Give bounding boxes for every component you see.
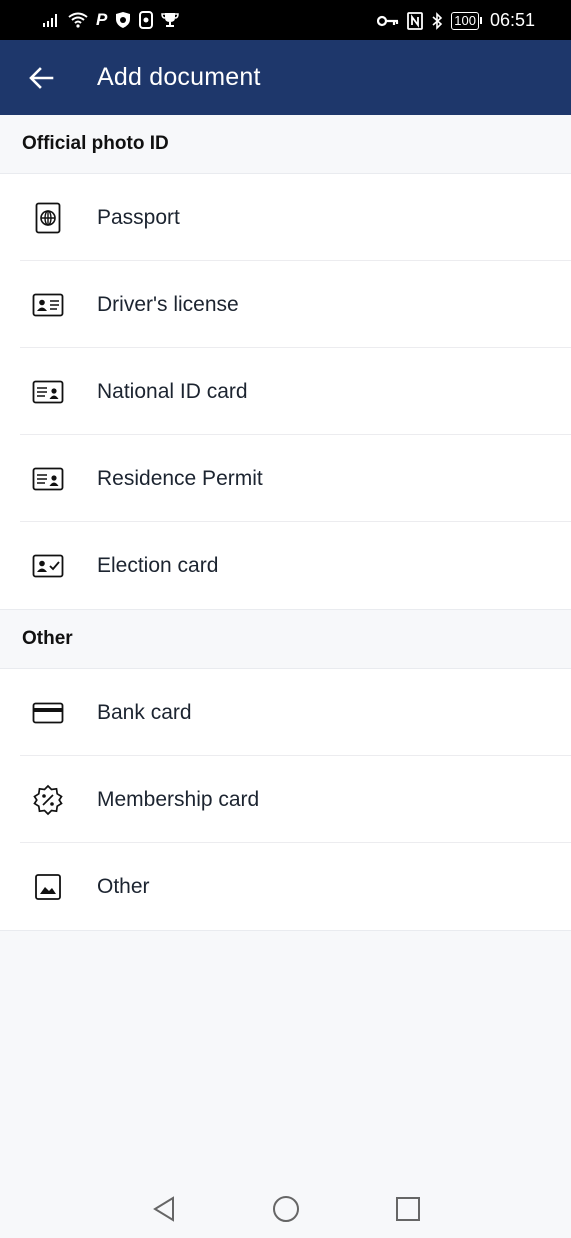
status-time: 06:51 <box>489 10 535 30</box>
parking-icon: P <box>96 10 108 29</box>
signal-icon <box>43 14 57 27</box>
list-item-label: Election card <box>97 553 219 577</box>
list-item-passport[interactable]: Passport <box>0 174 571 261</box>
list-item-drivers-license[interactable]: Driver's license <box>0 261 571 348</box>
bluetooth-icon <box>432 11 443 30</box>
battery-level: 100 <box>451 11 479 30</box>
list-item-label: Other <box>97 874 150 898</box>
back-button[interactable] <box>21 58 61 98</box>
nav-back-button[interactable] <box>144 1189 184 1229</box>
list-item-other[interactable]: Other <box>0 843 571 930</box>
list-item-label: Passport <box>97 205 180 229</box>
list-item-label: Bank card <box>97 700 192 724</box>
membership-badge-icon <box>30 782 66 818</box>
app-bar: Add document <box>0 40 571 115</box>
list-item-election-card[interactable]: Election card <box>0 522 571 609</box>
trophy-icon <box>161 13 180 27</box>
status-bar: P 100 06:51 <box>0 0 571 40</box>
bank-card-icon <box>30 695 66 731</box>
shield-icon <box>116 12 131 28</box>
key-icon <box>377 15 399 26</box>
status-icons-left: P <box>42 10 180 30</box>
document-type-list: Official photo ID Passport Driver's lice… <box>0 115 571 931</box>
section-header-official-photo-id: Official photo ID <box>0 115 571 174</box>
status-icons-right: 100 06:51 <box>377 10 535 31</box>
arrow-left-icon <box>29 66 54 89</box>
list-item-label: Membership card <box>97 787 260 811</box>
home-circle-icon <box>272 1196 299 1222</box>
list-item-label: Driver's license <box>97 292 239 316</box>
drivers-license-icon <box>30 287 66 323</box>
wifi-icon <box>68 12 88 28</box>
back-triangle-icon <box>152 1196 174 1222</box>
list-item-label: Residence Permit <box>97 466 263 490</box>
list-item-residence-permit[interactable]: Residence Permit <box>0 435 571 522</box>
other-list: Bank card Membership card Other <box>0 669 571 931</box>
election-card-icon <box>30 548 66 584</box>
passport-icon <box>30 200 66 236</box>
battery-icon: 100 <box>451 11 482 30</box>
list-item-bank-card[interactable]: Bank card <box>0 669 571 756</box>
nav-home-button[interactable] <box>266 1189 306 1229</box>
section-header-other: Other <box>0 610 571 669</box>
nav-recents-button[interactable] <box>388 1189 428 1229</box>
list-item-membership-card[interactable]: Membership card <box>0 756 571 843</box>
list-item-label: National ID card <box>97 379 248 403</box>
national-id-icon <box>30 374 66 410</box>
nfc-icon <box>407 11 424 30</box>
residence-permit-icon <box>30 461 66 497</box>
page-title: Add document <box>97 63 261 91</box>
phone-icon <box>139 11 154 29</box>
system-nav-bar <box>0 1180 571 1238</box>
image-icon <box>30 869 66 905</box>
official-photo-id-list: Passport Driver's license National ID ca… <box>0 174 571 610</box>
recents-square-icon <box>395 1197 420 1221</box>
list-item-national-id-card[interactable]: National ID card <box>0 348 571 435</box>
